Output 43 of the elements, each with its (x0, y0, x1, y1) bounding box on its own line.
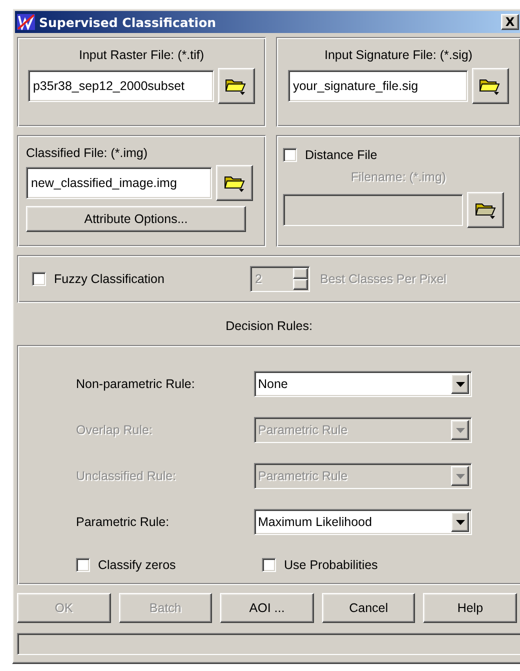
folder-icon (474, 201, 496, 219)
field-label: Input Signature File: (*.sig) (324, 48, 472, 62)
rule-label: Overlap Rule: (76, 423, 154, 437)
checkbox[interactable] (76, 558, 90, 572)
input-field[interactable]: p35r38_sep12_2000subset (28, 70, 214, 102)
dropdown-arrow-icon (456, 474, 464, 478)
checkbox-label: Fuzzy Classification (54, 272, 164, 286)
app-logo-icon (17, 14, 35, 30)
dialog-button[interactable]: AOI ... (220, 593, 314, 623)
rule-label: Parametric Rule: (76, 515, 170, 529)
checkbox-label: Distance File (305, 148, 378, 162)
field-label: Classified File: (*.img) (26, 146, 149, 160)
dropdown[interactable]: None (254, 371, 472, 397)
browse-button[interactable] (218, 68, 255, 104)
rule-label: Non-parametric Rule: (76, 377, 196, 391)
checkbox-label: Use Probabilities (284, 558, 378, 572)
dialog-button[interactable]: Cancel (322, 593, 416, 623)
dropdown-arrow-icon (456, 428, 464, 432)
field-label: Filename: (*.img) (350, 170, 448, 184)
input-field[interactable]: new_classified_image.img (26, 167, 212, 199)
dropdown[interactable]: Maximum Likelihood (254, 509, 472, 535)
field-label: Best Classes Per Pixel (320, 272, 446, 286)
dropdown-arrow-icon (456, 520, 464, 524)
browse-button[interactable] (467, 192, 504, 228)
input-field[interactable]: your_signature_file.sig (288, 70, 468, 102)
field-label: Input Raster File: (*.tif) (78, 48, 204, 62)
attribute-options-button[interactable]: Attribute Options... (26, 206, 246, 232)
dialog-button[interactable]: Help (423, 593, 517, 623)
checkbox[interactable] (262, 558, 276, 572)
close-button[interactable]: X (501, 14, 519, 30)
checkbox-label: Classify zeros (98, 558, 176, 572)
input-field[interactable] (283, 194, 463, 226)
dropdown-arrow-icon (456, 382, 464, 386)
rule-label: Unclassified Rule: (76, 469, 178, 483)
window-title: Supervised Classification (39, 14, 218, 30)
section-title: Decision Rules: (224, 318, 314, 335)
browse-button[interactable] (216, 165, 253, 201)
checkbox[interactable] (32, 272, 46, 286)
browse-button[interactable] (472, 68, 509, 104)
checkbox[interactable] (283, 148, 297, 162)
folder-icon (479, 77, 502, 95)
folder-icon (224, 174, 246, 192)
folder-icon (225, 77, 248, 95)
